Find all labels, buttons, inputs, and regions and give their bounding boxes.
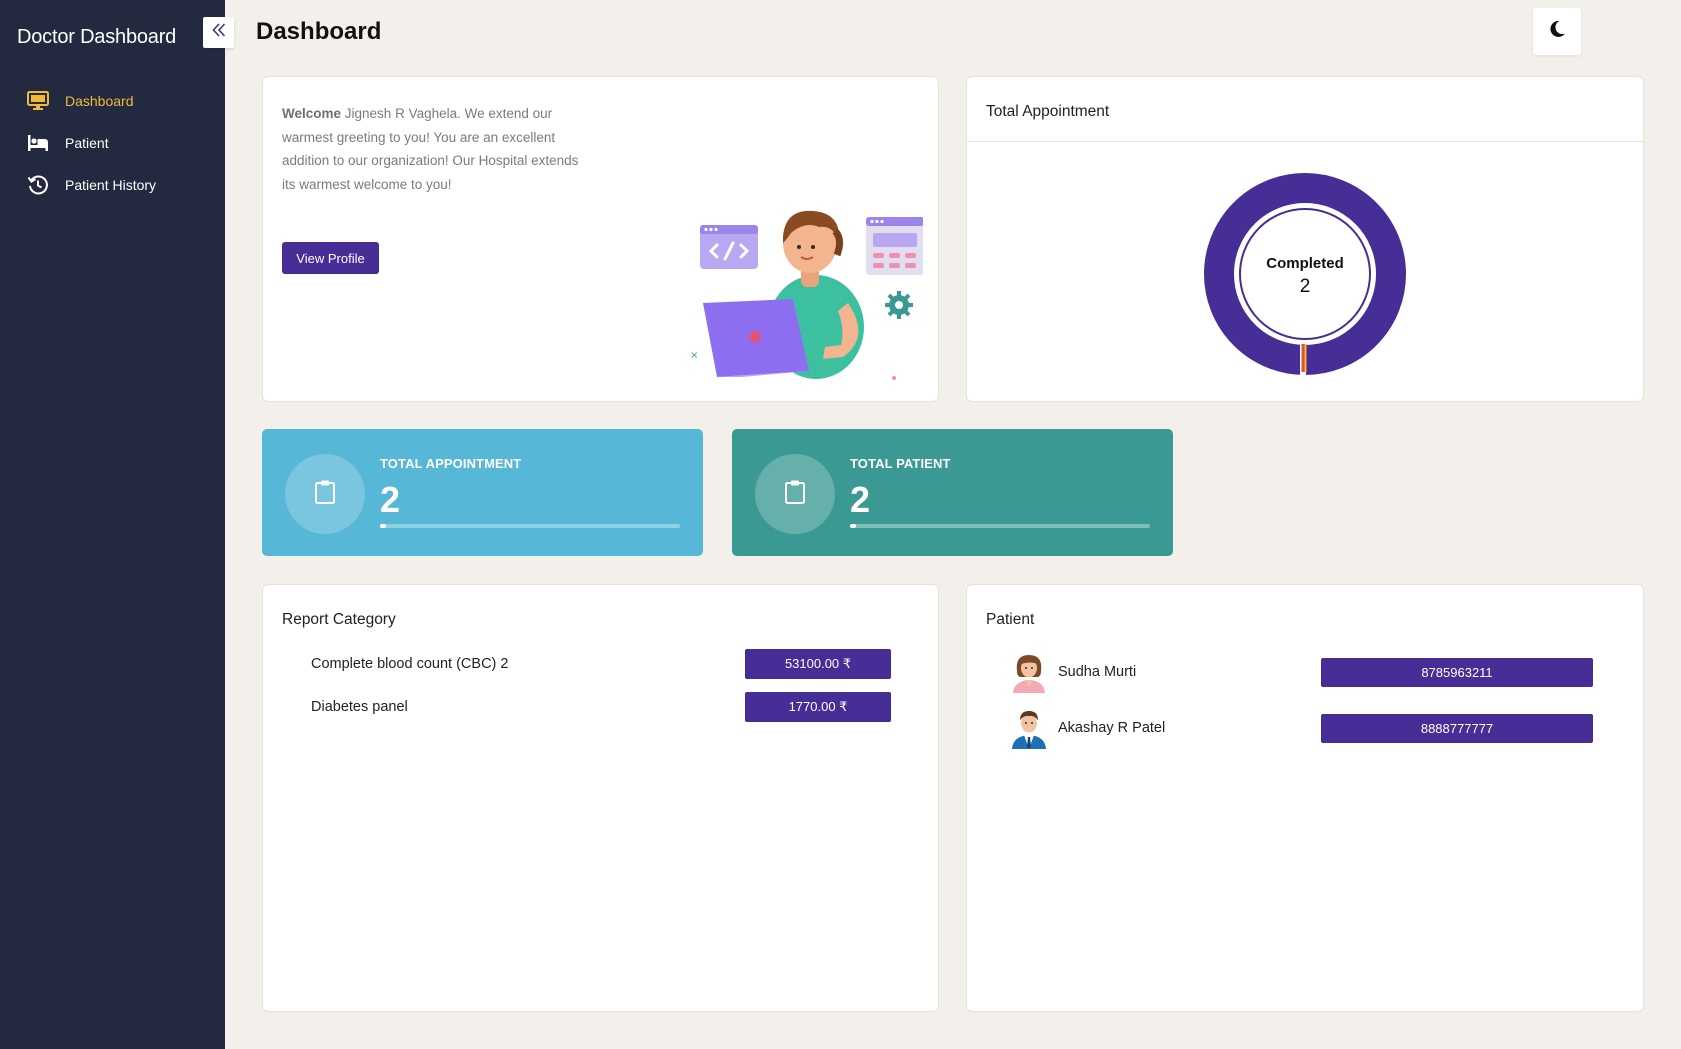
sidebar-item-label: Patient [65, 135, 109, 151]
clipboard-icon [784, 479, 806, 510]
svg-text:×: × [690, 350, 698, 361]
history-icon [27, 174, 49, 196]
double-chevron-left-icon [211, 23, 227, 42]
sidebar-collapse-button[interactable] [203, 17, 234, 48]
sidebar-nav: Dashboard Patient Patient History [0, 80, 225, 206]
stat-progress-bar [850, 524, 1150, 528]
donut-center-value: 2 [1299, 276, 1311, 297]
theme-toggle-button[interactable] [1533, 8, 1581, 55]
report-name: Diabetes panel [311, 699, 408, 715]
developer-illustration-icon: × [673, 207, 924, 397]
total-patient-stat-card: TOTAL PATIENT 2 [732, 429, 1173, 556]
total-appointment-stat-card: TOTAL APPOINTMENT 2 [262, 429, 703, 556]
report-name: Complete blood count (CBC) 2 [311, 656, 509, 672]
donut-center-label: Completed [1266, 255, 1344, 272]
stat-progress-fill [380, 524, 386, 528]
stat-value: 2 [850, 479, 871, 520]
sidebar-item-patient[interactable]: Patient [0, 122, 225, 164]
stat-progress-bar [380, 524, 680, 528]
stat-icon-circle [755, 454, 835, 534]
stat-icon-circle [285, 454, 365, 534]
male-avatar-icon [1009, 707, 1049, 749]
card-title: Report Category [282, 611, 396, 628]
brand-title: Doctor Dashboard [17, 26, 177, 48]
moon-icon [1547, 19, 1567, 44]
patient-name: Sudha Murti [1058, 664, 1137, 680]
total-appointment-card: Total Appointment Completed 2 [966, 76, 1644, 402]
sidebar-item-dashboard[interactable]: Dashboard [0, 80, 225, 122]
welcome-card: Welcome Jignesh R Vaghela. We extend our… [262, 76, 939, 402]
monitor-icon [27, 90, 49, 112]
patient-card: Patient Sudha Murti 8785963211 Akashay R… [966, 584, 1644, 1012]
patient-row[interactable]: Sudha Murti 8785963211 [1009, 651, 1599, 693]
bed-icon [27, 132, 49, 154]
stat-progress-fill [850, 524, 856, 528]
price-badge: 53100.00 ₹ [745, 649, 891, 679]
appointment-donut-chart [1204, 173, 1406, 375]
patient-row[interactable]: Akashay R Patel 8888777777 [1009, 707, 1599, 749]
card-title: Patient [986, 611, 1035, 628]
card-title: Total Appointment [986, 103, 1110, 120]
stat-value: 2 [380, 479, 401, 520]
report-row: Complete blood count (CBC) 2 53100.00 ₹ [311, 649, 891, 679]
patient-name: Akashay R Patel [1058, 720, 1166, 736]
price-badge: 1770.00 ₹ [745, 692, 891, 722]
stat-label: TOTAL PATIENT [850, 456, 951, 471]
stat-label: TOTAL APPOINTMENT [380, 456, 522, 471]
sidebar: Doctor Dashboard Dashboard Patient Patie… [0, 0, 225, 1049]
sidebar-item-label: Dashboard [65, 93, 134, 109]
welcome-bold: Welcome [282, 106, 342, 121]
welcome-message: Welcome Jignesh R Vaghela. We extend our… [282, 102, 592, 196]
female-avatar-icon [1009, 651, 1049, 693]
card-divider [967, 141, 1643, 142]
clipboard-icon [314, 479, 336, 510]
report-category-card: Report Category Complete blood count (CB… [262, 584, 939, 1012]
page-title: Dashboard [256, 18, 382, 45]
view-profile-button[interactable]: View Profile [282, 242, 379, 274]
phone-badge: 8888777777 [1321, 713, 1593, 743]
sidebar-item-label: Patient History [65, 177, 157, 193]
sidebar-item-patient-history[interactable]: Patient History [0, 164, 225, 206]
top-bar: Dashboard [225, 0, 1681, 64]
report-row: Diabetes panel 1770.00 ₹ [311, 692, 891, 722]
phone-badge: 8785963211 [1321, 657, 1593, 687]
